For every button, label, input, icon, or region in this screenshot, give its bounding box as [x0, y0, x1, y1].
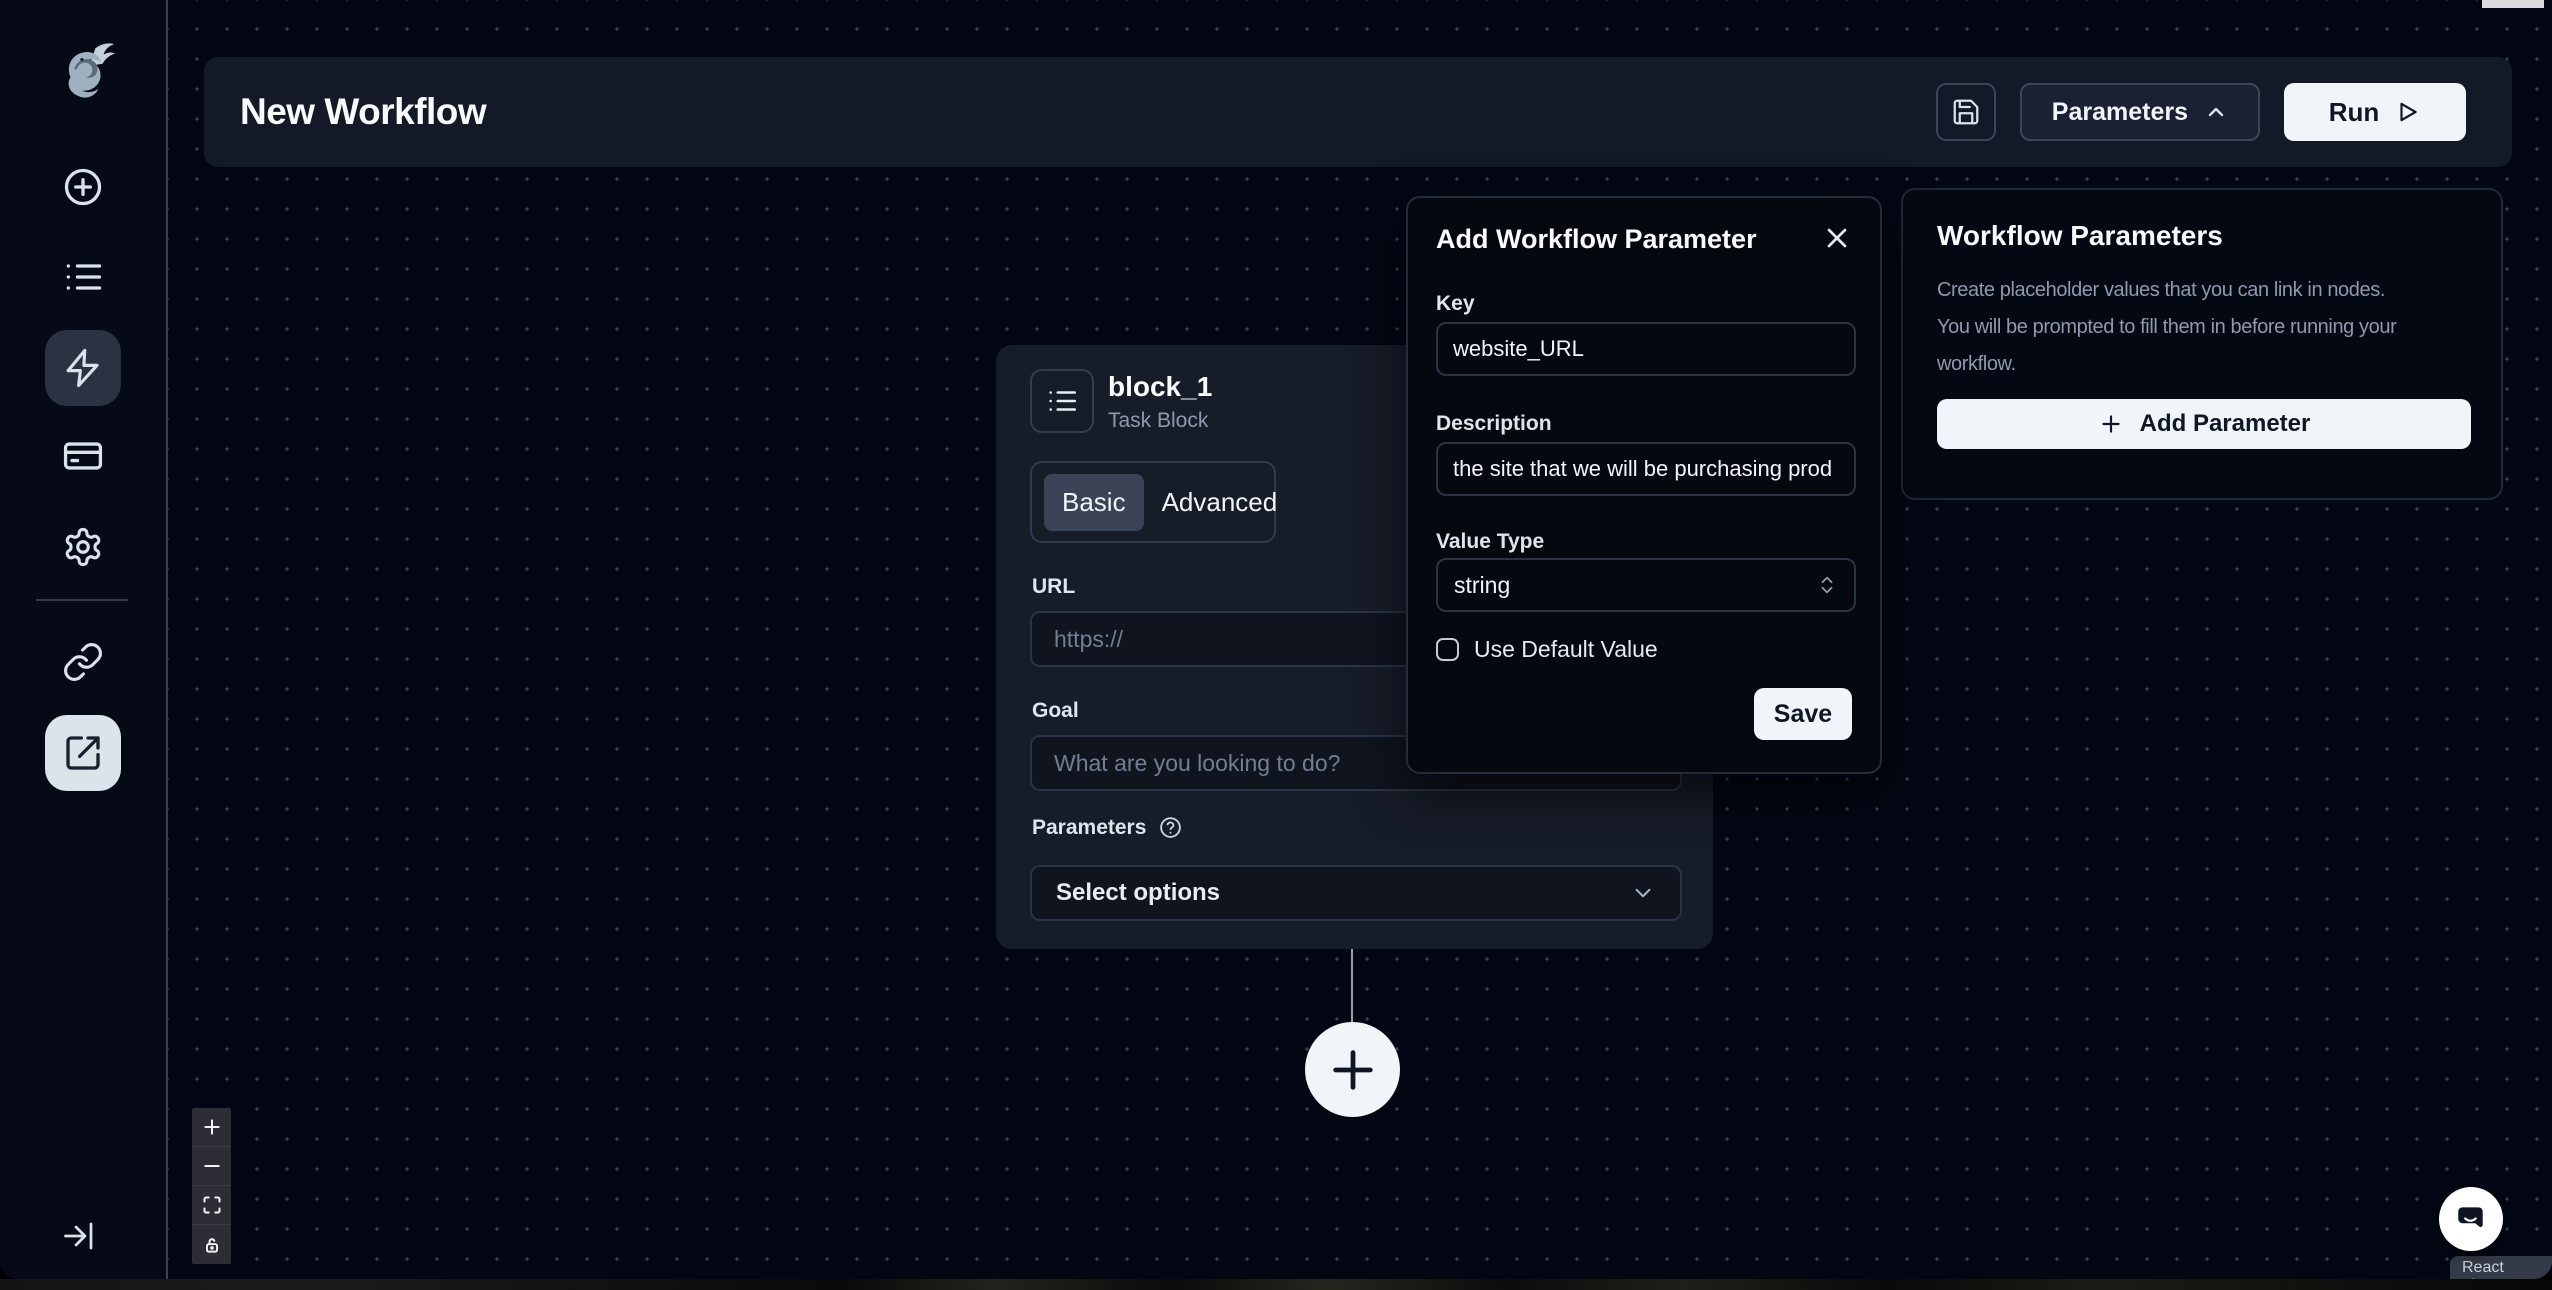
react-flow-attribution[interactable]: React Flow [2450, 1256, 2552, 1279]
value-type-label: Value Type [1436, 530, 1544, 554]
arrow-to-line-icon [61, 1218, 97, 1254]
desktop-edge-strip [0, 1279, 2552, 1290]
panel-description-line: workflow. [1937, 346, 2396, 383]
flow-edge [1351, 949, 1353, 1023]
save-workflow-button[interactable] [1936, 83, 1996, 141]
chevrons-up-down-icon [1816, 574, 1838, 596]
parameters-select-value: Select options [1056, 879, 1220, 907]
chevron-up-icon [2204, 100, 2228, 124]
sidebar-item-settings[interactable] [45, 509, 121, 585]
modal-close-button[interactable] [1820, 222, 1854, 256]
sidebar [0, 0, 168, 1279]
node-tabs: Basic Advanced [1030, 461, 1276, 543]
skyvern-dragon-logo [50, 36, 116, 106]
sidebar-item-integrations[interactable] [45, 624, 121, 700]
close-icon [1821, 222, 1853, 254]
add-parameter-label: Add Parameter [2140, 410, 2311, 438]
credit-card-icon [61, 434, 105, 478]
add-parameter-button[interactable]: Add Parameter [1937, 399, 2471, 449]
task-list-icon [1045, 384, 1079, 418]
canvas-controls [192, 1108, 231, 1264]
sidebar-item-workflows-list[interactable] [45, 239, 121, 315]
zap-icon [62, 347, 104, 389]
description-label: Description [1436, 412, 1552, 436]
parameters-button-label: Parameters [2052, 98, 2188, 127]
panel-title: Workflow Parameters [1937, 220, 2223, 252]
plus-icon [2098, 411, 2124, 437]
plus-circle-icon [61, 165, 105, 209]
zoom-in-button[interactable] [192, 1108, 231, 1147]
description-input[interactable] [1436, 442, 1856, 496]
key-label: Key [1436, 292, 1475, 316]
fit-view-icon [202, 1195, 222, 1215]
settings-gear-icon [62, 526, 104, 568]
sidebar-divider [36, 599, 128, 601]
plus-icon [202, 1117, 222, 1137]
add-block-button[interactable] [1305, 1022, 1400, 1117]
use-default-value-label: Use Default Value [1474, 636, 1658, 663]
url-label: URL [1032, 575, 1075, 599]
node-icon-container [1030, 369, 1094, 433]
key-input[interactable] [1436, 322, 1856, 376]
help-circle-icon[interactable] [1158, 815, 1183, 840]
page-title: New Workflow [240, 91, 486, 133]
use-default-value-checkbox[interactable] [1436, 638, 1459, 661]
header-actions: Parameters Run [1936, 83, 2466, 141]
panel-description: Create placeholder values that you can l… [1937, 272, 2396, 383]
run-workflow-button[interactable]: Run [2284, 83, 2466, 141]
panel-description-line: You will be prompted to fill them in bef… [1937, 309, 2396, 346]
workflow-builder-app: New Workflow Parameters Run [0, 0, 2552, 1290]
lock-button[interactable] [192, 1225, 231, 1264]
fit-view-button[interactable] [192, 1186, 231, 1225]
add-workflow-parameter-modal: Add Workflow Parameter Key Description V… [1406, 196, 1882, 774]
sidebar-item-workflows-active[interactable] [45, 330, 121, 406]
link-icon [62, 641, 104, 683]
node-subtitle: Task Block [1108, 409, 1208, 433]
tab-advanced[interactable]: Advanced [1144, 474, 1296, 531]
value-type-value: string [1454, 572, 1510, 599]
parameters-select[interactable]: Select options [1030, 865, 1682, 921]
sidebar-item-create[interactable] [45, 149, 121, 225]
sidebar-collapse-button[interactable] [44, 1201, 114, 1271]
lock-icon [202, 1235, 222, 1255]
minus-icon [202, 1156, 222, 1176]
play-icon [2395, 99, 2421, 125]
goal-label: Goal [1032, 699, 1079, 723]
sidebar-item-external[interactable] [45, 715, 121, 791]
plus-icon [1327, 1044, 1379, 1096]
external-link-icon [63, 733, 103, 773]
node-parameters-row: Parameters [1032, 815, 1183, 840]
chat-bubble-icon [2454, 1202, 2488, 1236]
save-button-label: Save [1774, 700, 1832, 729]
scrollbar-artifact [2482, 0, 2544, 8]
app-window: New Workflow Parameters Run [0, 0, 2552, 1279]
support-chat-button[interactable] [2439, 1187, 2503, 1251]
use-default-value-row: Use Default Value [1436, 636, 1658, 663]
save-parameter-button[interactable]: Save [1754, 688, 1852, 740]
workflow-parameters-panel: Workflow Parameters Create placeholder v… [1901, 188, 2503, 500]
tab-basic[interactable]: Basic [1044, 474, 1144, 531]
parameters-toggle-button[interactable]: Parameters [2020, 83, 2260, 141]
sidebar-item-billing[interactable] [45, 418, 121, 494]
chevron-down-icon [1630, 880, 1656, 906]
run-button-label: Run [2329, 97, 2380, 128]
value-type-select[interactable]: string [1436, 558, 1856, 612]
list-icon [61, 255, 105, 299]
modal-title: Add Workflow Parameter [1436, 224, 1757, 255]
node-title: block_1 [1108, 371, 1212, 403]
node-parameters-label: Parameters [1032, 816, 1146, 840]
panel-description-line: Create placeholder values that you can l… [1937, 272, 2396, 309]
workflow-header: New Workflow Parameters Run [204, 57, 2512, 167]
save-icon [1951, 97, 1981, 127]
zoom-out-button[interactable] [192, 1147, 231, 1186]
